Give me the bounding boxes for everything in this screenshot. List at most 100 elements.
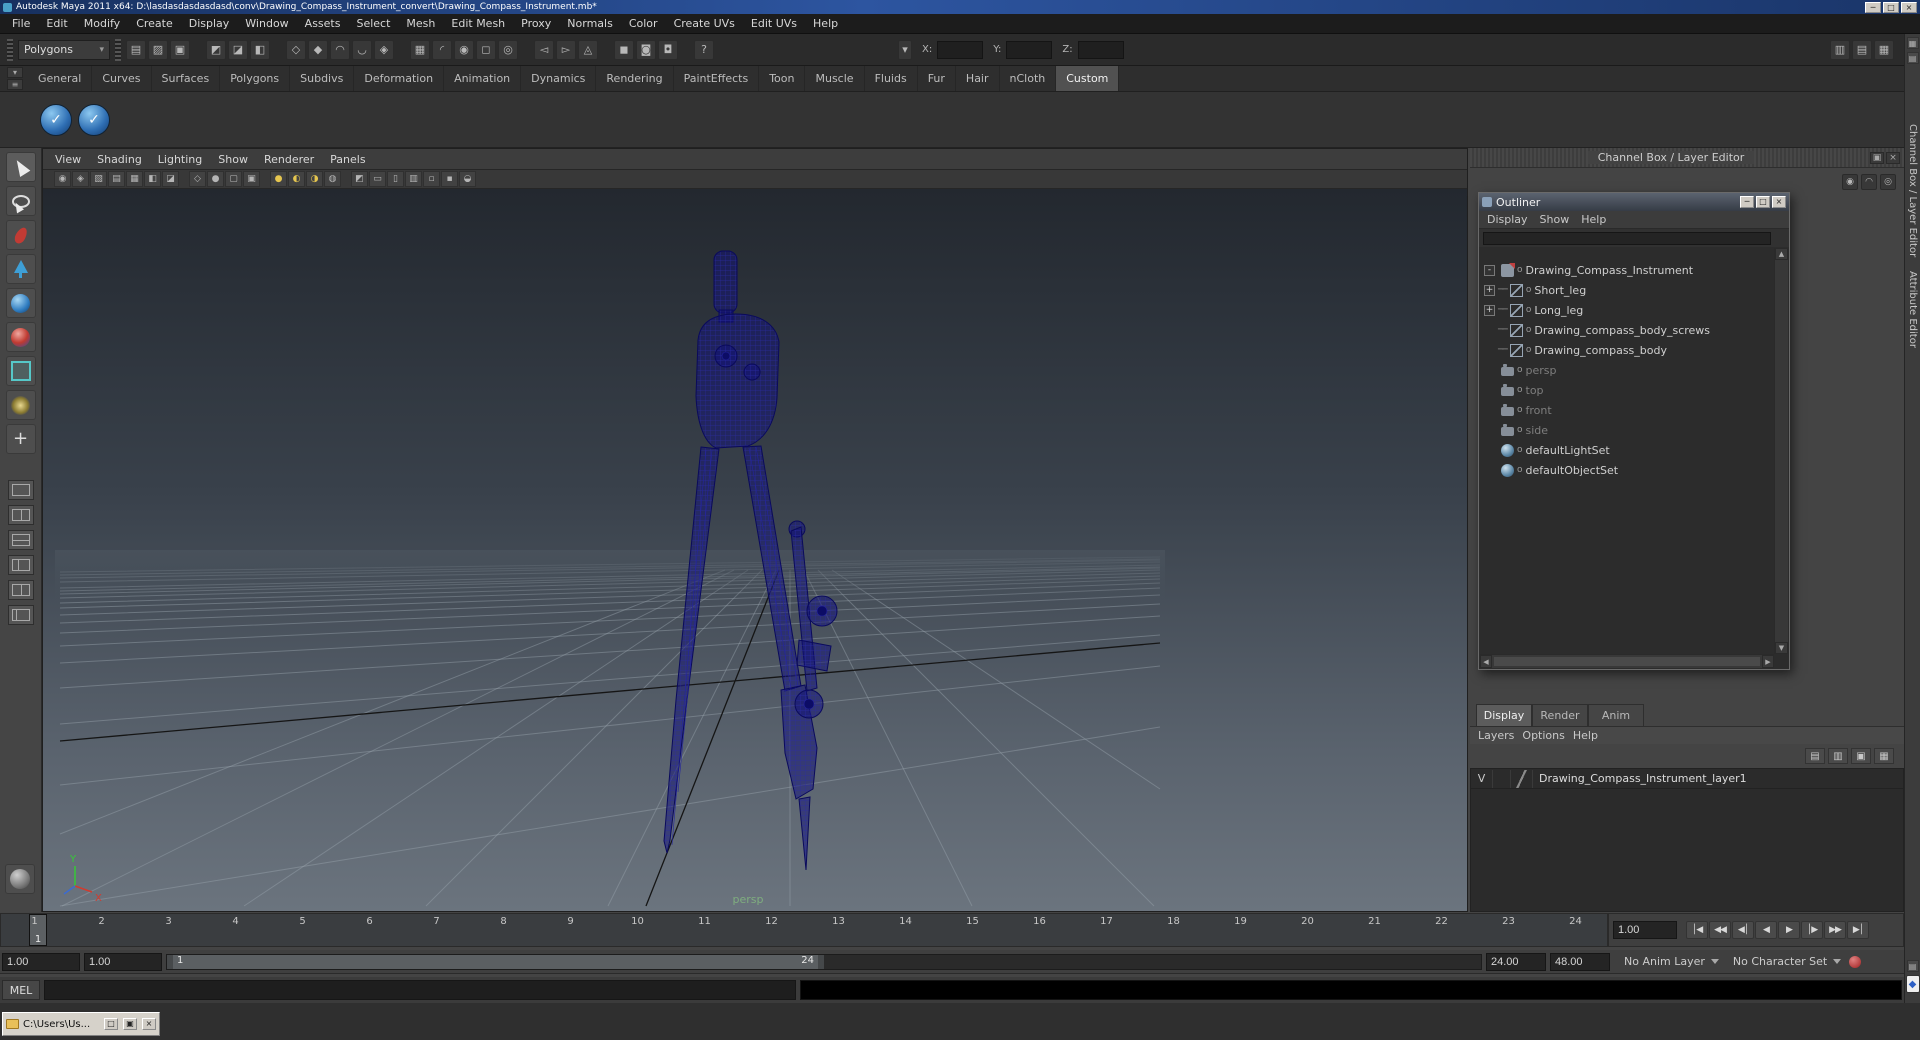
expand-toggle-icon[interactable] <box>1484 345 1495 356</box>
hyperbolic-slider-icon[interactable]: ◠ <box>1861 174 1877 190</box>
attribute-editor-side-tab[interactable]: Attribute Editor <box>1907 271 1918 348</box>
layer-editor-tab[interactable]: Display <box>1476 704 1532 726</box>
panel-menu-item[interactable]: Shading <box>89 153 150 166</box>
speed-slider-icon[interactable]: ◉ <box>1842 174 1858 190</box>
raise-window-icon[interactable]: ▤ <box>1906 960 1919 972</box>
shelf-tab[interactable]: General <box>28 66 93 91</box>
shelf-menu-icon[interactable]: ≡ <box>7 79 23 90</box>
outliner-menu-item[interactable]: Display <box>1483 213 1532 226</box>
select[interactable] <box>5 152 36 182</box>
save-scene-icon[interactable]: ▣ <box>170 39 190 60</box>
panel-menu-item[interactable]: Renderer <box>256 153 322 166</box>
layer-visibility-toggle[interactable]: V <box>1471 769 1493 788</box>
layer-color-swatch[interactable] <box>1511 769 1533 788</box>
shelf-tab[interactable]: Muscle <box>805 66 865 91</box>
shelf-tab[interactable]: Subdivs <box>290 66 355 91</box>
absolute-relative-toggle-icon[interactable]: ▾ <box>898 39 912 60</box>
go-to-end-button[interactable]: ▶│ <box>1847 921 1869 939</box>
playback-range-bar[interactable]: 1 24 <box>167 954 824 969</box>
new-empty-layer-icon[interactable]: ▣ <box>1851 748 1871 764</box>
lasso-select[interactable] <box>5 186 36 216</box>
outliner-item[interactable]: o defaultLightSet <box>1480 440 1774 460</box>
menu-item[interactable]: Color <box>621 17 666 30</box>
outliner-item[interactable]: o defaultObjectSet <box>1480 460 1774 480</box>
mask-deformers-icon[interactable]: ◈ <box>374 39 394 60</box>
auto-keyframe-icon[interactable] <box>1849 955 1862 968</box>
outliner-item[interactable]: ── o Drawing_compass_body_screws <box>1480 320 1774 340</box>
status-line-grip[interactable] <box>115 38 121 61</box>
toggle-ui-elements-icon[interactable]: ▦ <box>1906 37 1919 49</box>
scroll-down-icon[interactable]: ▼ <box>1775 642 1788 654</box>
taskbar-close-button[interactable]: × <box>142 1018 156 1030</box>
shelf-tab-switch-icon[interactable]: ▾ <box>7 67 23 78</box>
panel-menu-item[interactable]: Panels <box>322 153 373 166</box>
shelf-tab[interactable]: nCloth <box>1000 66 1057 91</box>
shelf-tab[interactable]: Dynamics <box>521 66 597 91</box>
outliner-close-button[interactable]: × <box>1772 196 1786 208</box>
expand-toggle-icon[interactable]: + <box>1484 284 1495 296</box>
outliner-item[interactable]: ── o Drawing_compass_body <box>1480 340 1774 360</box>
two-panes-stacked[interactable] <box>7 530 34 550</box>
xray-mode-icon[interactable]: ◍ <box>324 171 341 187</box>
outliner-item[interactable]: o persp <box>1480 360 1774 380</box>
shadows-icon[interactable]: ◑ <box>306 171 323 187</box>
input-connections-icon[interactable]: ◅ <box>534 39 554 60</box>
panel-menu-item[interactable]: View <box>47 153 89 166</box>
scroll-up-icon[interactable]: ▲ <box>1775 248 1788 260</box>
status-line-grip[interactable] <box>7 38 13 61</box>
layer-editor-menu-item[interactable]: Options <box>1522 729 1564 742</box>
use-default-lighting-icon[interactable]: ● <box>270 171 287 187</box>
playback-end-field[interactable] <box>1486 952 1546 971</box>
render-frame-icon[interactable]: ◼ <box>614 39 634 60</box>
manipulator-link-icon[interactable]: ◎ <box>1880 174 1896 190</box>
scale[interactable] <box>5 322 36 352</box>
mask-joints-icon[interactable]: ◆ <box>308 39 328 60</box>
new-scene-icon[interactable]: ▤ <box>126 39 146 60</box>
resolution-gate-icon[interactable]: ▭ <box>369 171 386 187</box>
outliner-item[interactable]: o front <box>1480 400 1774 420</box>
persp-outliner[interactable] <box>7 605 34 625</box>
select-camera-icon[interactable]: ◉ <box>54 171 71 187</box>
step-back-key-button[interactable]: ◀│ <box>1732 921 1754 939</box>
show-attribute-editor-icon[interactable]: ▥ <box>1830 39 1850 60</box>
shelf-tab[interactable]: Deformation <box>354 66 445 91</box>
camera-attributes-icon[interactable]: ▧ <box>90 171 107 187</box>
scroll-right-icon[interactable]: ▶ <box>1762 655 1774 668</box>
menu-item[interactable]: Select <box>348 17 398 30</box>
shelf-tab[interactable]: Toon <box>759 66 806 91</box>
expand-toggle-icon[interactable] <box>1484 385 1495 396</box>
close-panel-icon[interactable]: × <box>1886 151 1900 164</box>
menu-item[interactable]: File <box>4 17 38 30</box>
shelf-tab[interactable]: Fluids <box>865 66 918 91</box>
isolate-select-icon[interactable]: ◩ <box>351 171 368 187</box>
animation-end-field[interactable] <box>1550 952 1610 971</box>
two-d-pan-zoom-icon[interactable]: ◧ <box>144 171 161 187</box>
construction-history-icon[interactable]: ◬ <box>578 39 598 60</box>
snap-plane-icon[interactable]: ◻ <box>476 39 496 60</box>
toggle-panel-layout-icon[interactable]: ▤ <box>1906 52 1919 64</box>
layer-name[interactable]: Drawing_Compass_Instrument_layer1 <box>1533 772 1747 785</box>
outliner-item[interactable]: + ── o Short_leg <box>1480 280 1774 300</box>
command-language-toggle[interactable]: MEL <box>2 980 40 1000</box>
custom-shelf-button-1[interactable]: ✓ <box>40 103 72 136</box>
paint-select[interactable] <box>5 220 36 250</box>
menu-item[interactable]: Edit UVs <box>743 17 805 30</box>
help-line-icon[interactable]: ? <box>694 39 714 60</box>
menu-item[interactable]: Edit <box>38 17 75 30</box>
multi-sample-icon[interactable]: ◒ <box>459 171 476 187</box>
lock-camera-icon[interactable]: ◈ <box>72 171 89 187</box>
scroll-left-icon[interactable]: ◀ <box>1480 655 1492 668</box>
menu-item[interactable]: Assets <box>297 17 349 30</box>
character-set-dropdown[interactable]: No Character Set <box>1733 955 1842 968</box>
panel-menu-item[interactable]: Show <box>210 153 256 166</box>
menu-item[interactable]: Create UVs <box>666 17 743 30</box>
menu-item[interactable]: Help <box>805 17 846 30</box>
shelf-tab[interactable]: Curves <box>92 66 152 91</box>
film-gate-icon[interactable]: ▯ <box>387 171 404 187</box>
step-forward-frame-button[interactable]: ▶▶ <box>1824 921 1846 939</box>
step-back-frame-button[interactable]: ◀◀ <box>1709 921 1731 939</box>
expand-toggle-icon[interactable]: - <box>1484 264 1495 276</box>
shelf-tab[interactable]: Surfaces <box>152 66 221 91</box>
safe-action-icon[interactable]: ▫ <box>423 171 440 187</box>
outliner-filter-field[interactable] <box>1483 231 1771 245</box>
